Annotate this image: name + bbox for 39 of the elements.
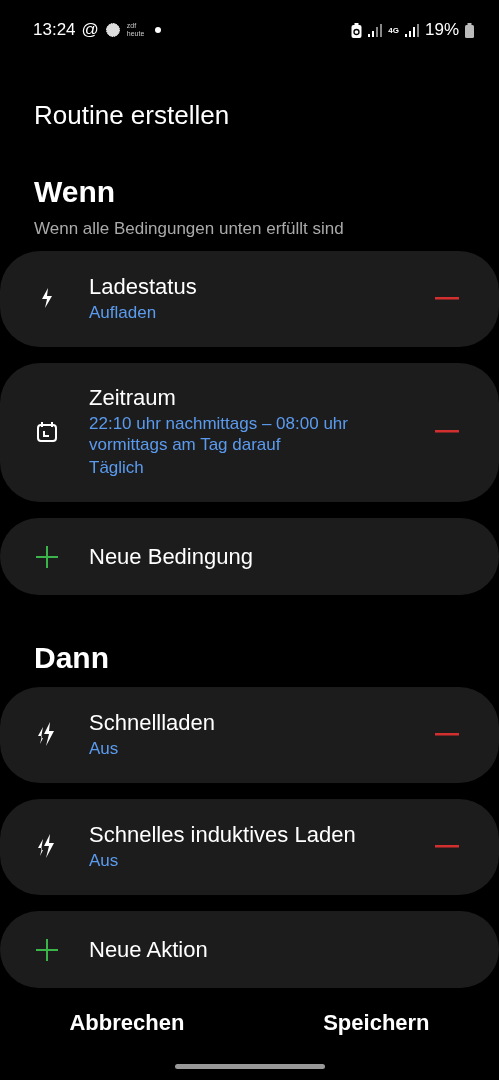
add-label: Neue Aktion xyxy=(89,936,208,963)
add-card[interactable]: Neue Bedingung xyxy=(0,518,499,595)
plus-icon xyxy=(35,938,59,961)
add-card[interactable]: Neue Aktion xyxy=(0,911,499,988)
remove-icon[interactable] xyxy=(435,430,459,433)
card-detail: 22:10 uhr nachmittags – 08:00 uhr vormittags am Tag darauf xyxy=(89,413,349,455)
card-detail: Aus xyxy=(89,849,120,871)
signal-icon xyxy=(404,23,419,37)
network-type: 4G xyxy=(388,25,399,35)
notification-dot-icon xyxy=(154,27,161,33)
card-title: Schnelles induktives Laden xyxy=(89,821,357,848)
at-sign: @ xyxy=(81,20,99,40)
signal-icon xyxy=(368,23,383,37)
remove-icon[interactable] xyxy=(435,844,459,848)
card-detail: Aus xyxy=(89,737,120,759)
calendar-icon xyxy=(35,420,59,443)
section-heading: Dann xyxy=(34,641,110,675)
routine-card[interactable]: Zeitraum 22:10 uhr nachmittags – 08:00 uhr vormittags am Tag darauf Täglich xyxy=(0,363,499,502)
battery-icon xyxy=(465,22,474,38)
remove-icon[interactable] xyxy=(435,296,459,300)
battery-saver-icon xyxy=(351,22,363,38)
cancel-button[interactable]: Abbrechen xyxy=(49,1002,205,1044)
remove-icon[interactable] xyxy=(435,732,459,736)
status-time: 13:24 xyxy=(33,20,76,40)
card-detail: Aufladen xyxy=(89,301,158,323)
routine-card[interactable]: Schnellladen Aus xyxy=(0,687,499,783)
routine-card[interactable]: Ladestatus Aufladen xyxy=(0,251,499,347)
card-detail: Täglich xyxy=(89,457,145,478)
card-title: Ladestatus xyxy=(89,273,198,300)
plus-icon xyxy=(35,545,59,568)
add-label: Neue Bedingung xyxy=(89,543,253,570)
save-button[interactable]: Speichern xyxy=(303,1002,450,1044)
section-subtitle: Wenn alle Bedingungen unten erfüllt sind xyxy=(34,219,345,239)
card-title: Schnellladen xyxy=(89,709,216,736)
section-heading: Wenn xyxy=(34,175,117,209)
battery-percent: 19% xyxy=(424,20,459,40)
routine-card[interactable]: Schnelles induktives Laden Aus xyxy=(0,799,499,895)
page-title: Routine erstellen xyxy=(34,100,231,131)
card-title: Zeitraum xyxy=(89,385,177,411)
